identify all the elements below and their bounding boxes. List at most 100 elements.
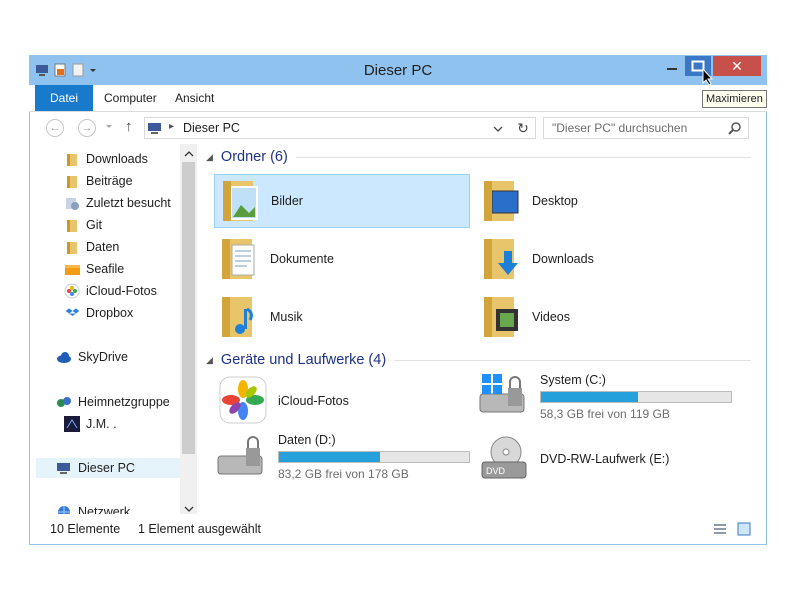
tile-label: Bilder xyxy=(271,194,303,208)
nav-item-downloads[interactable]: Downloads xyxy=(64,149,148,169)
folder-icon xyxy=(64,173,80,189)
scroll-up-icon[interactable] xyxy=(184,147,194,161)
scroll-down-icon[interactable] xyxy=(184,502,194,516)
folder-tile-pictures[interactable]: Bilder xyxy=(214,174,470,228)
nav-item-label: Seafile xyxy=(86,262,125,276)
folder-tile-desktop[interactable]: Desktop xyxy=(476,174,732,228)
back-button[interactable]: ← xyxy=(46,119,64,137)
tile-label: Musik xyxy=(270,310,303,324)
nav-item-skydrive[interactable]: SkyDrive xyxy=(56,347,128,367)
nav-item-recent[interactable]: Zuletzt besucht xyxy=(64,193,171,213)
address-bar[interactable]: ▸ Dieser PC xyxy=(144,117,536,139)
drive-free-space: 83,2 GB frei von 178 GB xyxy=(278,467,409,481)
drive-info: System (C:) 58,3 GB frei von 119 GB xyxy=(540,373,732,421)
nav-item-label: iCloud-Fotos xyxy=(86,284,157,298)
tile-label: Desktop xyxy=(532,194,578,208)
minimize-button[interactable] xyxy=(659,56,685,76)
group-divider xyxy=(295,156,751,158)
tab-view[interactable]: Ansicht xyxy=(175,85,214,111)
nav-item-git[interactable]: Git xyxy=(64,215,102,235)
tile-label: DVD-RW-Laufwerk (E:) xyxy=(540,452,670,466)
item-count: 10 Elemente xyxy=(50,522,121,536)
folder-tile-music[interactable]: Musik xyxy=(214,290,470,344)
user-avatar-icon xyxy=(64,416,80,432)
breadcrumb-chevron-icon[interactable]: ▸ xyxy=(169,121,174,132)
forward-arrow-icon: → xyxy=(81,122,93,134)
group-title: Geräte und Laufwerke (4) xyxy=(220,352,387,368)
large-icons-view-icon[interactable] xyxy=(737,522,751,539)
drive-usage-fill xyxy=(279,452,380,462)
details-view-icon[interactable] xyxy=(713,523,727,538)
nav-item-beitraege[interactable]: Beiträge xyxy=(64,171,133,191)
recent-locations-chevron-icon[interactable] xyxy=(105,121,113,135)
nav-item-label: Heimnetzgruppe xyxy=(78,395,170,409)
close-button[interactable]: ✕ xyxy=(713,56,761,76)
nav-item-daten[interactable]: Daten xyxy=(64,237,119,257)
collapse-group-icon[interactable]: ◢ xyxy=(206,355,213,366)
nav-item-this-pc[interactable]: Dieser PC xyxy=(36,458,180,478)
nav-item-homegroup[interactable]: Heimnetzgruppe xyxy=(56,392,170,412)
nav-item-network[interactable]: Netzwerk xyxy=(56,502,130,514)
refresh-icon: ↻ xyxy=(517,120,529,136)
nav-scrollbar[interactable] xyxy=(180,144,197,514)
nav-item-label: SkyDrive xyxy=(78,350,129,364)
icloud-photos-icon xyxy=(64,283,80,299)
drive-tile-dvd-e[interactable]: DVD DVD-RW-Laufwerk (E:) xyxy=(476,432,732,486)
drive-tile-system-c[interactable]: System (C:) 58,3 GB frei von 119 GB xyxy=(476,366,756,428)
nav-item-label: J.M. . xyxy=(86,417,117,431)
computer-icon xyxy=(56,460,72,476)
window-title: Dieser PC xyxy=(363,62,433,79)
drive-tile-icloud[interactable]: iCloud-Fotos xyxy=(214,374,470,428)
collapse-group-icon[interactable]: ◢ xyxy=(206,152,213,163)
title-bar: Dieser PC ✕ xyxy=(29,55,767,85)
minimize-icon xyxy=(667,68,677,70)
documents-folder-icon xyxy=(220,235,262,283)
forward-button[interactable]: → xyxy=(78,119,96,137)
tab-file[interactable]: Datei xyxy=(35,85,93,111)
scroll-thumb[interactable] xyxy=(182,162,195,454)
nav-item-label: Daten xyxy=(86,240,120,254)
address-path[interactable]: Dieser PC xyxy=(183,121,240,135)
tooltip: Maximieren xyxy=(702,90,767,108)
explorer-window: Dieser PC ✕ Datei Computer Ansicht ← → ↑ xyxy=(29,55,767,545)
computer-icon xyxy=(147,121,163,138)
nav-item-label: Beiträge xyxy=(86,174,133,188)
folder-download-icon xyxy=(64,151,80,167)
nav-item-user[interactable]: J.M. . xyxy=(64,414,117,434)
seafile-folder-icon xyxy=(64,261,80,277)
drive-usage-fill xyxy=(541,392,638,402)
tab-computer[interactable]: Computer xyxy=(104,85,157,111)
nav-item-label: Dieser PC xyxy=(78,461,135,475)
tile-label: Daten (D:) xyxy=(278,433,336,447)
drive-free-space: 58,3 GB frei von 119 GB xyxy=(540,407,670,421)
folder-tile-videos[interactable]: Videos xyxy=(476,290,732,344)
icloud-photos-icon xyxy=(216,376,272,426)
main-pane: ◢ Ordner (6) Bilder Desktop Dokumente Do… xyxy=(206,144,766,514)
nav-item-seafile[interactable]: Seafile xyxy=(64,259,124,279)
nav-item-label: Dropbox xyxy=(86,306,134,320)
content-area: ← → ↑ ▸ Dieser PC ↻ "Dieser PC" durchsuc… xyxy=(30,112,766,544)
refresh-button[interactable]: ↻ xyxy=(512,117,534,139)
drive-info: Daten (D:) 83,2 GB frei von 178 GB xyxy=(278,433,470,481)
tile-label: Downloads xyxy=(532,252,594,266)
up-arrow-icon[interactable]: ↑ xyxy=(125,118,133,135)
nav-item-icloud-photos[interactable]: iCloud-Fotos xyxy=(64,281,157,301)
music-folder-icon xyxy=(220,293,262,341)
folder-tile-downloads[interactable]: Downloads xyxy=(476,232,732,286)
tile-label: System (C:) xyxy=(540,373,606,387)
nav-item-label: Zuletzt besucht xyxy=(86,196,171,210)
drive-tile-data-d[interactable]: Daten (D:) 83,2 GB frei von 178 GB xyxy=(214,426,494,488)
ribbon: Datei Computer Ansicht xyxy=(29,85,767,112)
navigation-pane: Downloads Beiträge Zuletzt besucht Git D… xyxy=(30,144,200,514)
address-row: ← → ↑ ▸ Dieser PC ↻ "Dieser PC" durchsuc… xyxy=(30,112,766,142)
address-dropdown-icon[interactable] xyxy=(493,123,503,137)
group-folders[interactable]: ◢ Ordner (6) xyxy=(206,146,751,168)
search-input[interactable]: "Dieser PC" durchsuchen xyxy=(543,117,749,139)
search-placeholder: "Dieser PC" durchsuchen xyxy=(552,121,688,135)
nav-item-dropbox[interactable]: Dropbox xyxy=(64,303,133,323)
folder-tile-documents[interactable]: Dokumente xyxy=(214,232,470,286)
homegroup-icon xyxy=(56,394,72,410)
videos-folder-icon xyxy=(482,293,524,341)
folder-icon xyxy=(64,239,80,255)
status-bar: 10 Elemente 1 Element ausgewählt xyxy=(30,516,766,544)
